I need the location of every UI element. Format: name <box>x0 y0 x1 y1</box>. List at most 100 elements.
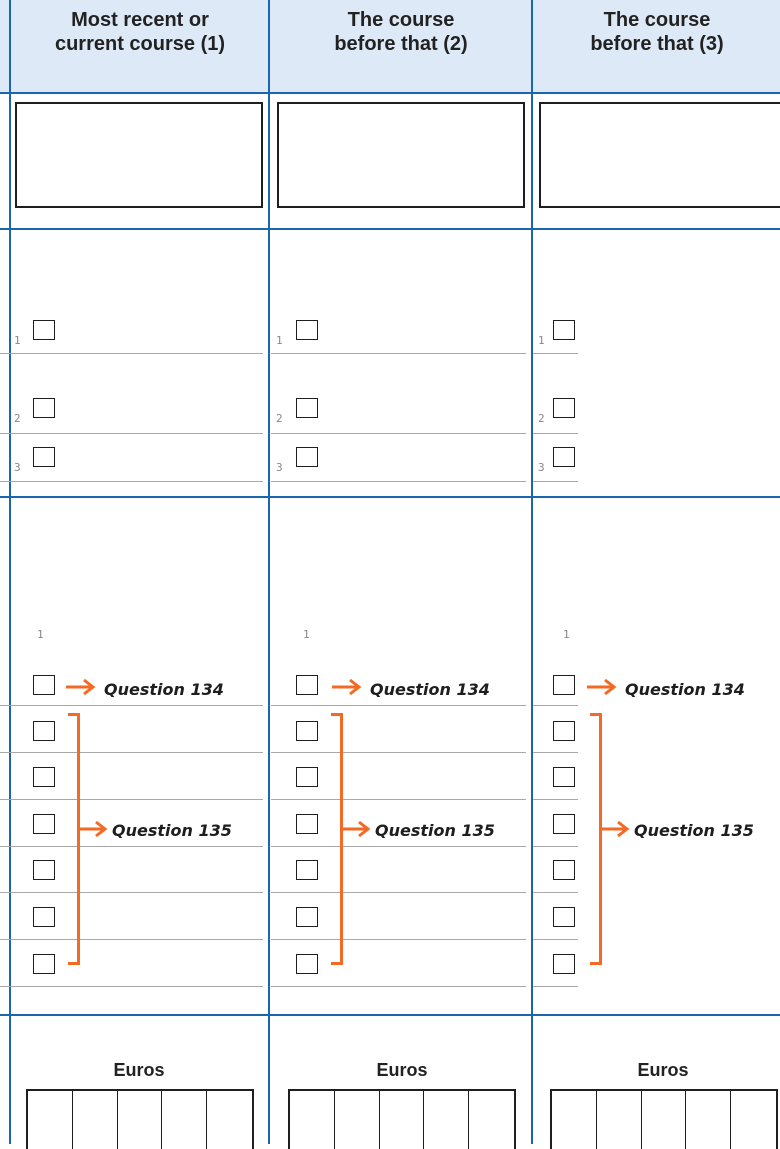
skip-to-question-134: Question 134 <box>104 680 224 699</box>
digit-cell[interactable] <box>290 1091 335 1149</box>
option-checkbox[interactable] <box>296 675 318 695</box>
row-divider <box>0 846 263 847</box>
option-checkbox[interactable] <box>296 320 318 340</box>
row-divider <box>533 752 578 753</box>
option-checkbox[interactable] <box>33 320 55 340</box>
digit-cell[interactable] <box>118 1091 163 1149</box>
option-code: 1 <box>14 334 21 347</box>
option-checkbox[interactable] <box>553 398 575 418</box>
euros-label: Euros <box>113 1060 165 1080</box>
digit-cell[interactable] <box>207 1091 252 1149</box>
digit-cell[interactable] <box>28 1091 73 1149</box>
column-rule <box>531 0 533 1144</box>
option-checkbox[interactable] <box>296 954 318 974</box>
option-code: 1 <box>276 334 283 347</box>
digit-cell[interactable] <box>73 1091 118 1149</box>
option-checkbox[interactable] <box>33 398 55 418</box>
row-divider <box>0 892 263 893</box>
arrow-right-icon <box>343 820 371 838</box>
digit-cell[interactable] <box>552 1091 597 1149</box>
option-checkbox[interactable] <box>553 447 575 467</box>
row-divider <box>533 705 578 706</box>
row-divider <box>271 799 526 800</box>
digit-cell[interactable] <box>642 1091 687 1149</box>
bracket <box>590 713 602 965</box>
row-divider <box>533 986 578 987</box>
euros-amount-field-3[interactable] <box>550 1089 778 1149</box>
digit-cell[interactable] <box>597 1091 642 1149</box>
option-checkbox[interactable] <box>296 814 318 834</box>
arrow-right-icon <box>80 820 108 838</box>
option-checkbox[interactable] <box>33 721 55 741</box>
option-checkbox[interactable] <box>553 675 575 695</box>
digit-cell[interactable] <box>469 1091 514 1149</box>
skip-to-question-134: Question 134 <box>370 680 490 699</box>
row-divider <box>271 846 526 847</box>
digit-cell[interactable] <box>424 1091 470 1149</box>
course-text-field-1[interactable] <box>15 102 263 208</box>
row-divider <box>271 705 526 706</box>
option-checkbox[interactable] <box>296 767 318 787</box>
row-divider <box>0 799 263 800</box>
row-divider <box>271 939 526 940</box>
section-rule <box>0 228 780 230</box>
row-divider <box>271 481 526 482</box>
option-checkbox[interactable] <box>296 398 318 418</box>
option-code: 2 <box>276 412 283 425</box>
course-text-field-2[interactable] <box>277 102 525 208</box>
euros-amount-field-1[interactable] <box>26 1089 254 1149</box>
digit-cell[interactable] <box>686 1091 732 1149</box>
option-code: 3 <box>276 461 283 474</box>
option-checkbox[interactable] <box>553 320 575 340</box>
section-rule <box>0 92 780 94</box>
digit-cell[interactable] <box>380 1091 425 1149</box>
option-code: 1 <box>538 334 545 347</box>
row-divider <box>271 433 526 434</box>
euros-label: Euros <box>376 1060 428 1080</box>
row-divider <box>271 353 526 354</box>
option-code: 2 <box>538 412 545 425</box>
option-checkbox[interactable] <box>553 860 575 880</box>
option-checkbox[interactable] <box>33 447 55 467</box>
skip-to-question-134: Question 134 <box>625 680 745 699</box>
option-checkbox[interactable] <box>553 954 575 974</box>
arrow-right-icon <box>332 678 362 696</box>
option-checkbox[interactable] <box>33 814 55 834</box>
option-checkbox[interactable] <box>33 675 55 695</box>
skip-to-question-135: Question 135 <box>112 821 232 840</box>
option-checkbox[interactable] <box>553 721 575 741</box>
option-checkbox[interactable] <box>33 860 55 880</box>
arrow-right-icon <box>66 678 96 696</box>
option-checkbox[interactable] <box>33 954 55 974</box>
bracket <box>331 713 343 965</box>
option-checkbox[interactable] <box>553 907 575 927</box>
digit-cell[interactable] <box>731 1091 776 1149</box>
option-checkbox[interactable] <box>296 860 318 880</box>
skip-to-question-135: Question 135 <box>375 821 495 840</box>
row-divider <box>533 481 578 482</box>
digit-cell[interactable] <box>335 1091 380 1149</box>
row-divider <box>0 986 263 987</box>
bracket <box>68 713 80 965</box>
option-checkbox[interactable] <box>553 814 575 834</box>
course-text-field-3[interactable] <box>539 102 780 208</box>
option-checkbox[interactable] <box>296 447 318 467</box>
digit-cell[interactable] <box>162 1091 208 1149</box>
option-checkbox[interactable] <box>553 767 575 787</box>
option-code: 1 <box>303 628 310 641</box>
row-divider <box>533 433 578 434</box>
column-header-1: Most recent or current course (1) <box>54 9 226 55</box>
option-checkbox[interactable] <box>33 767 55 787</box>
column-rule <box>268 0 270 1144</box>
row-divider <box>271 892 526 893</box>
row-divider <box>533 353 578 354</box>
euros-amount-field-2[interactable] <box>288 1089 516 1149</box>
option-checkbox[interactable] <box>33 907 55 927</box>
option-checkbox[interactable] <box>296 907 318 927</box>
row-divider <box>0 353 263 354</box>
option-code: 3 <box>14 461 21 474</box>
arrow-right-icon <box>587 678 617 696</box>
row-divider <box>0 481 263 482</box>
option-checkbox[interactable] <box>296 721 318 741</box>
section-rule <box>0 496 780 498</box>
